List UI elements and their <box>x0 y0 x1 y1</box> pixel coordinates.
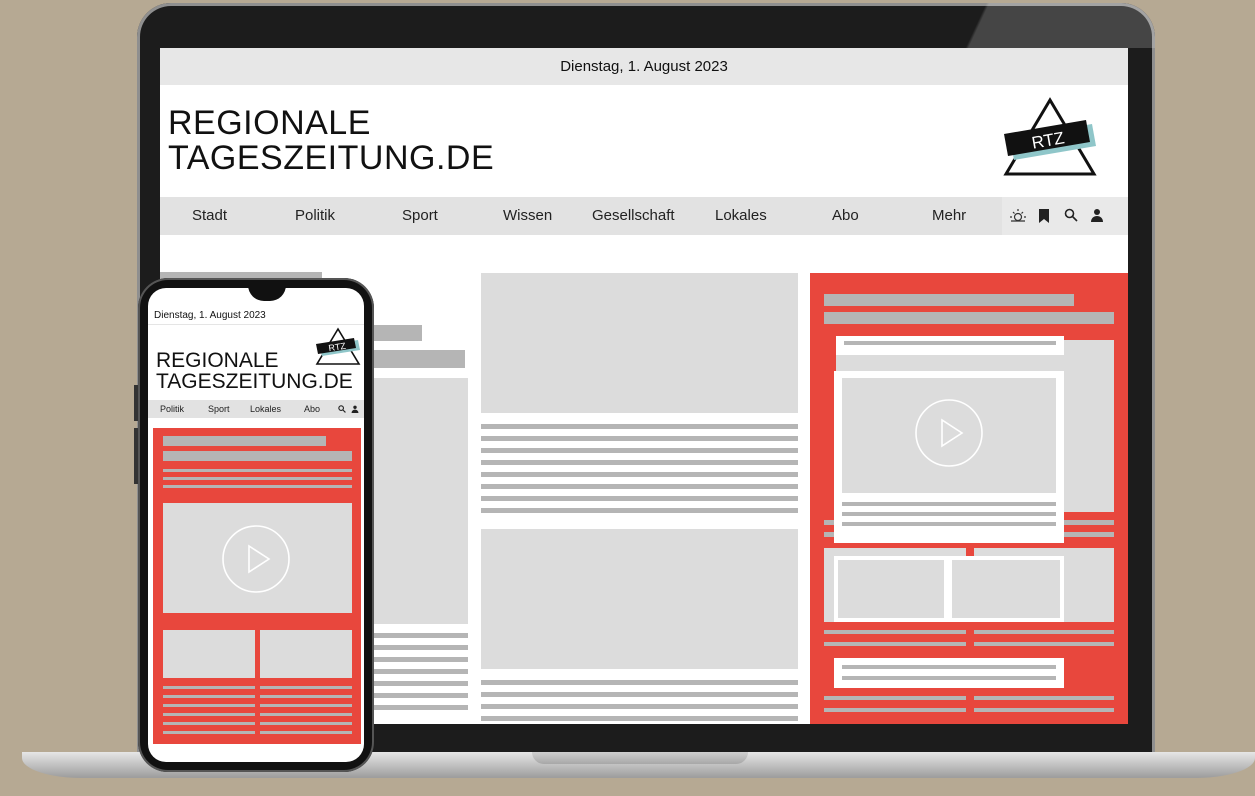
main-nav: Stadt Politik Sport Wissen Gesellschaft … <box>160 197 1128 235</box>
nav-item-sport[interactable]: Sport <box>402 197 438 235</box>
text-line-placeholder <box>824 520 834 525</box>
nav-item-abo[interactable]: Abo <box>304 400 320 418</box>
text-line-placeholder <box>260 731 352 734</box>
brand-line-2: TAGESZEITUNG.DE <box>156 370 353 393</box>
search-icon[interactable] <box>1064 208 1078 222</box>
teaser-image[interactable] <box>838 560 944 618</box>
text-line-placeholder <box>481 448 798 453</box>
headline-placeholder <box>824 294 1074 306</box>
article-image-placeholder[interactable] <box>481 529 798 669</box>
date-bar: Dienstag, 1. August 2023 <box>160 48 1128 85</box>
site-brand[interactable]: REGIONALE TAGESZEITUNG.DE <box>168 106 494 176</box>
nav-item-lokales[interactable]: Lokales <box>250 400 281 418</box>
text-line-placeholder <box>824 642 966 646</box>
site-brand[interactable]: REGIONALE TAGESZEITUNG.DE <box>156 350 353 392</box>
text-line-placeholder <box>842 665 1056 669</box>
text-line-placeholder <box>842 502 1056 506</box>
nav-icon-group <box>1002 197 1128 235</box>
text-line-placeholder <box>163 477 352 480</box>
brand-line-1: REGIONALE <box>168 104 371 142</box>
nav-item-sport[interactable]: Sport <box>208 400 230 418</box>
brand-line-2: TAGESZEITUNG.DE <box>168 139 495 177</box>
text-line-placeholder <box>824 708 966 712</box>
text-line-placeholder <box>481 508 798 513</box>
text-line-placeholder <box>260 686 352 689</box>
phone-screen: Dienstag, 1. August 2023 RTZ REGIONALE T… <box>148 288 364 762</box>
text-line-placeholder <box>260 695 352 698</box>
text-line-placeholder <box>260 713 352 716</box>
card-title-box <box>836 336 1064 355</box>
text-line-placeholder <box>974 642 1114 646</box>
phone-side-button <box>134 385 138 421</box>
headline-placeholder <box>163 451 352 461</box>
phone-nav: Politik Sport Lokales Abo <box>148 400 364 418</box>
text-line-placeholder <box>260 722 352 725</box>
bookmark-icon[interactable] <box>1038 208 1050 224</box>
text-line-placeholder <box>842 676 1056 680</box>
phone-date: Dienstag, 1. August 2023 <box>154 310 266 321</box>
nav-item-gesellschaft[interactable]: Gesellschaft <box>592 197 675 235</box>
teaser-text-card[interactable] <box>834 658 1064 688</box>
text-line-placeholder <box>974 708 1114 712</box>
text-line-placeholder <box>481 496 798 501</box>
text-line-placeholder <box>163 722 255 725</box>
teaser-image[interactable] <box>260 630 352 678</box>
text-line-placeholder <box>163 731 255 734</box>
text-line-placeholder <box>481 472 798 477</box>
text-line-placeholder <box>481 716 798 721</box>
user-icon[interactable] <box>1090 208 1104 222</box>
text-line-placeholder <box>824 630 966 634</box>
text-line-placeholder <box>481 484 798 489</box>
laptop-base-notch <box>532 752 748 764</box>
weather-icon[interactable] <box>1010 208 1026 224</box>
text-line-placeholder <box>824 696 966 700</box>
rtz-logo[interactable]: RTZ <box>998 94 1102 178</box>
text-line-placeholder <box>1064 532 1114 537</box>
text-line-placeholder <box>163 686 255 689</box>
text-line-placeholder <box>260 704 352 707</box>
divider <box>148 324 364 325</box>
text-line-placeholder <box>163 704 255 707</box>
text-line-placeholder <box>163 469 352 472</box>
text-line-placeholder <box>1064 520 1114 525</box>
user-icon[interactable] <box>351 405 359 413</box>
play-icon[interactable] <box>221 524 291 594</box>
teaser-image[interactable] <box>163 630 255 678</box>
nav-item-politik[interactable]: Politik <box>295 197 335 235</box>
text-line-placeholder <box>481 436 798 441</box>
laptop-glare <box>860 3 1155 48</box>
nav-item-stadt[interactable]: Stadt <box>192 197 227 235</box>
nav-item-wissen[interactable]: Wissen <box>503 197 552 235</box>
text-line-placeholder <box>481 704 798 709</box>
text-line-placeholder <box>481 460 798 465</box>
text-line-placeholder <box>844 341 1056 345</box>
text-line-placeholder <box>824 532 834 537</box>
text-line-placeholder <box>974 630 1114 634</box>
text-line-placeholder <box>163 713 255 716</box>
text-line-placeholder <box>842 522 1056 526</box>
nav-item-lokales[interactable]: Lokales <box>715 197 767 235</box>
headline-placeholder <box>824 312 1114 324</box>
search-icon[interactable] <box>338 405 346 413</box>
teaser-image[interactable] <box>952 560 1060 618</box>
headline-placeholder <box>163 436 326 446</box>
nav-item-abo[interactable]: Abo <box>832 197 859 235</box>
nav-item-politik[interactable]: Politik <box>160 400 184 418</box>
text-line-placeholder <box>163 695 255 698</box>
text-line-placeholder <box>481 680 798 685</box>
nav-item-mehr[interactable]: Mehr <box>932 197 966 235</box>
article-image-placeholder[interactable] <box>481 273 798 413</box>
text-line-placeholder <box>163 485 352 488</box>
text-line-placeholder <box>974 696 1114 700</box>
text-line-placeholder <box>842 512 1056 516</box>
brand-line-1: REGIONALE <box>156 349 279 372</box>
text-line-placeholder <box>481 692 798 697</box>
phone-side-button <box>134 428 138 484</box>
text-line-placeholder <box>481 424 798 429</box>
play-icon[interactable] <box>914 398 984 468</box>
